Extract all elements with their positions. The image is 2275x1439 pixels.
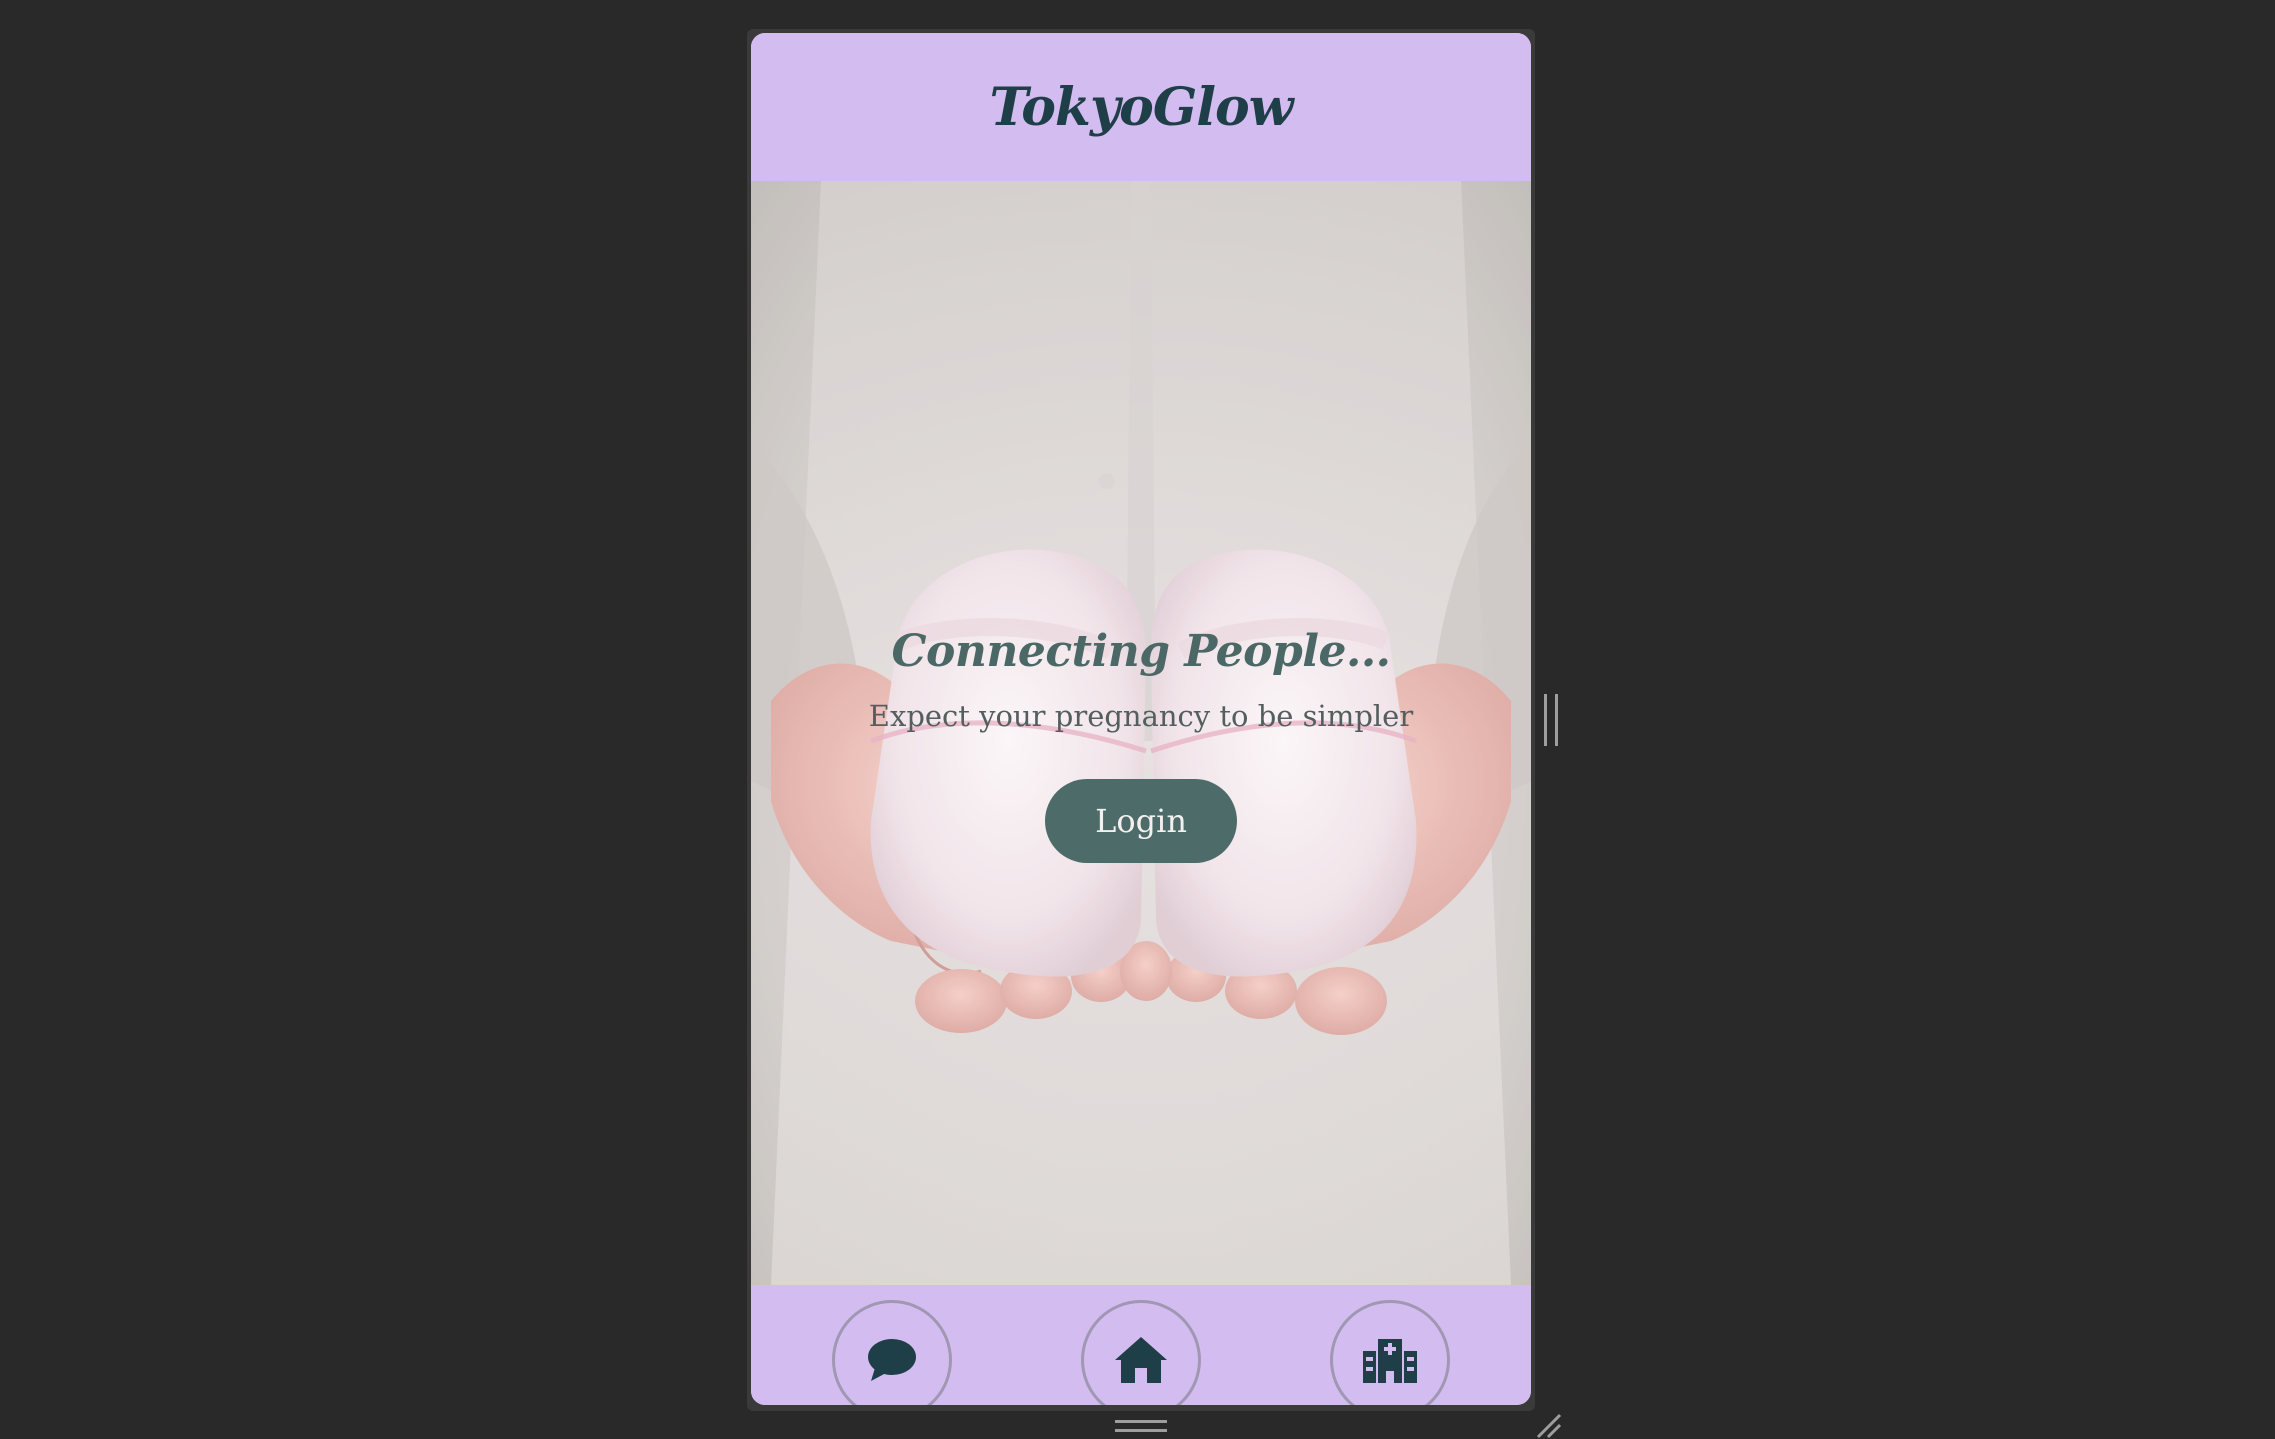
phone-screen: TokyoGlow Connecting People... Expect yo…	[751, 33, 1531, 1405]
bottom-resize-handle[interactable]	[1115, 1420, 1167, 1432]
brand-title: TokyoGlow	[989, 76, 1294, 138]
home-icon	[1115, 1337, 1167, 1383]
hero-content: Connecting People... Expect your pregnan…	[751, 626, 1531, 863]
nav-home-button[interactable]	[1081, 1300, 1201, 1405]
hero-section: Connecting People... Expect your pregnan…	[751, 181, 1531, 1285]
nav-hospital-button[interactable]	[1330, 1300, 1450, 1405]
app-header: TokyoGlow	[751, 33, 1531, 181]
hospital-icon	[1363, 1339, 1417, 1383]
nav-chat-button[interactable]	[832, 1300, 952, 1405]
bottom-nav	[751, 1285, 1531, 1405]
hero-subtitle: Expect your pregnancy to be simpler	[868, 699, 1414, 733]
hero-tagline: Connecting People...	[891, 626, 1391, 677]
corner-resize-icon[interactable]	[1536, 1413, 1562, 1439]
chat-bubble-icon	[868, 1339, 916, 1381]
side-resize-handle[interactable]	[1544, 694, 1558, 746]
emulator-stage: TokyoGlow Connecting People... Expect yo…	[0, 0, 2275, 1439]
login-button[interactable]: Login	[1045, 779, 1237, 863]
